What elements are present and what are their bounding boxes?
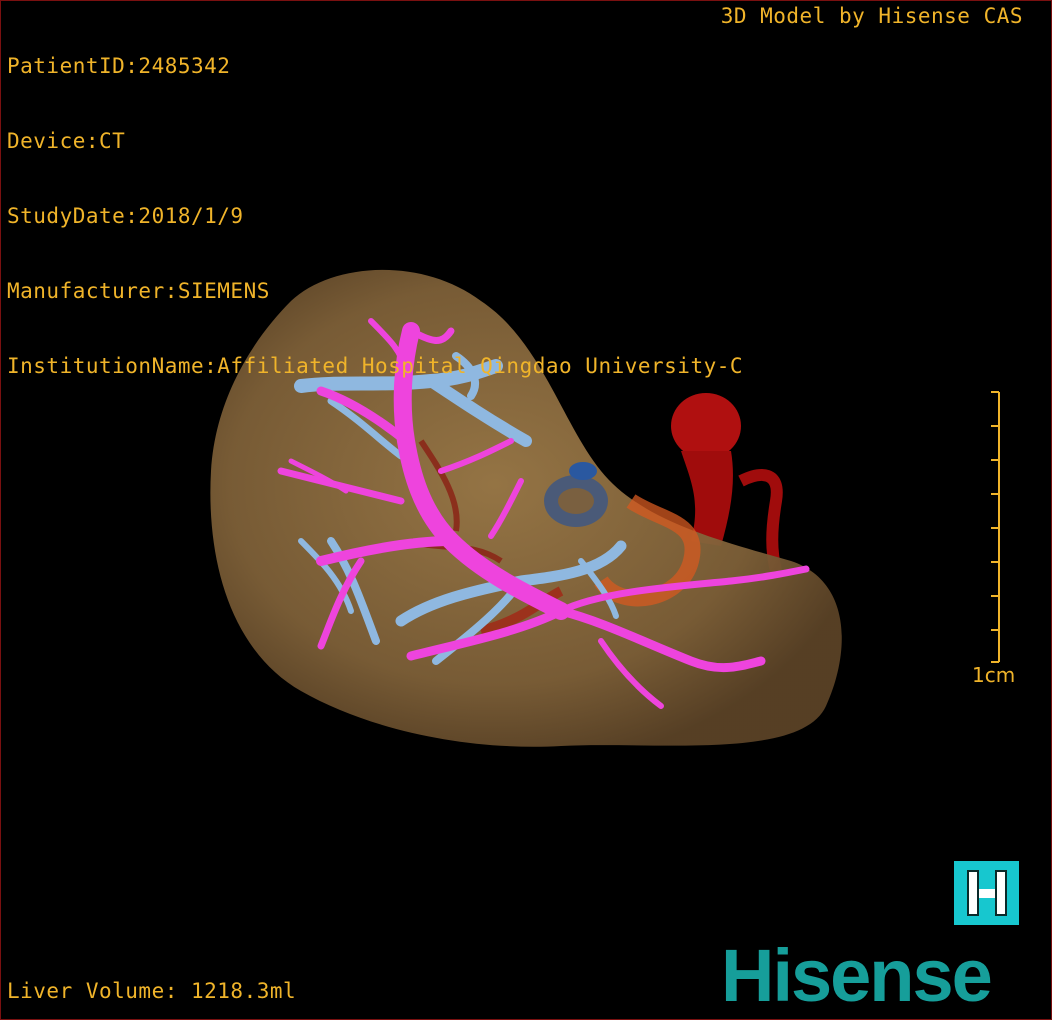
manufacturer: Manufacturer:SIEMENS: [7, 279, 270, 303]
device: Device:CT: [7, 129, 126, 153]
scale-bar: [991, 391, 1000, 663]
dicom-info-block: PatientID:2485342 Device:CT StudyDate:20…: [7, 4, 743, 429]
liver-volume: Liver Volume: 1218.3ml: [7, 979, 297, 1003]
institution-name: InstitutionName:Affiliated Hospital Qing…: [7, 354, 744, 378]
hisense-h-icon: [954, 861, 1019, 925]
model-credit: 3D Model by Hisense CAS: [720, 4, 1023, 28]
study-date: StudyDate:2018/1/9: [7, 204, 244, 228]
hisense-wordmark: Hisense: [721, 934, 993, 1017]
scale-bar-label: 1cm: [972, 663, 1016, 687]
patient-id: PatientID:2485342: [7, 54, 231, 78]
3d-viewport[interactable]: PatientID:2485342 Device:CT StudyDate:20…: [0, 0, 1052, 1020]
